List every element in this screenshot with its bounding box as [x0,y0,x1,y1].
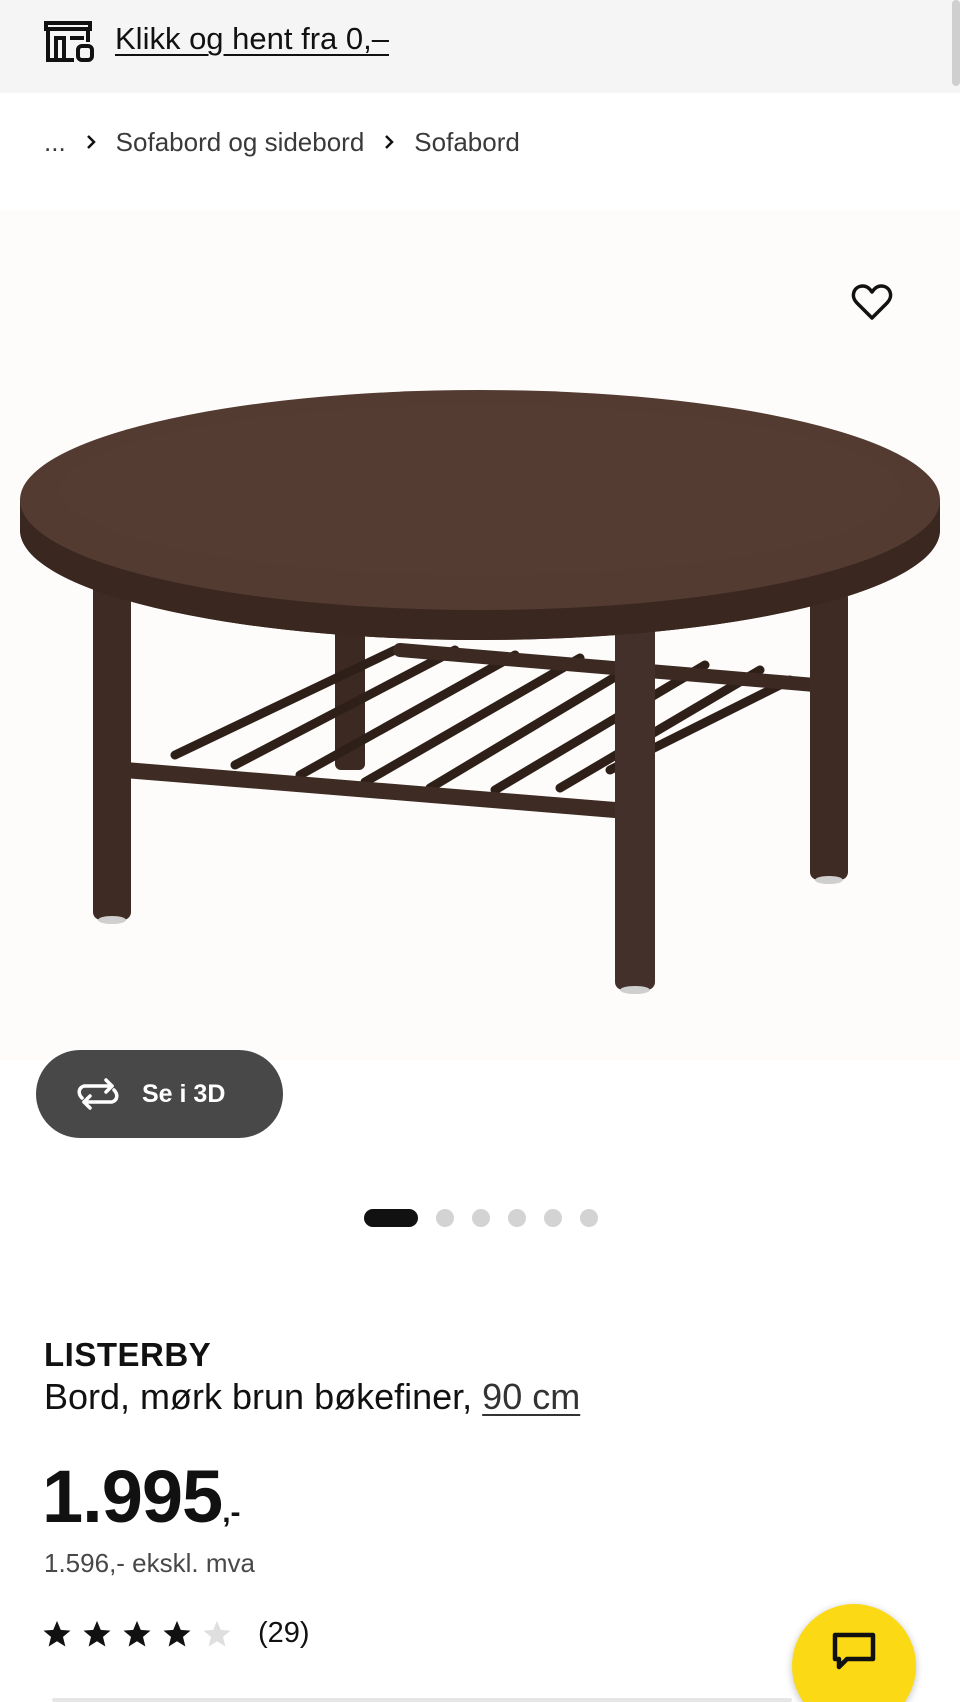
scrollbar[interactable] [952,0,960,86]
gallery-dot-2[interactable] [436,1209,454,1227]
breadcrumb-item-coffee-and-side-tables[interactable]: Sofabord og sidebord [116,127,365,158]
favourite-button[interactable] [844,278,900,326]
star-filled-icon [123,1620,151,1646]
size-link[interactable]: 90 cm [482,1376,580,1417]
gallery-dot-3[interactable] [472,1209,490,1227]
gallery-pagination [364,1207,616,1229]
price-excluding-vat: 1.596,- ekskl. mva [44,1548,255,1578]
product-description-text: Bord, mørk brun bøkefiner, [44,1376,473,1417]
gallery-dot-1[interactable] [364,1209,418,1227]
product-image-gallery[interactable] [0,210,960,1060]
star-empty-icon [203,1620,231,1646]
breadcrumb-ellipsis[interactable]: ... [44,127,66,158]
view-in-3d-button[interactable]: Se i 3D [36,1050,283,1138]
price-main: 1.995 [42,1455,223,1538]
gallery-dot-4[interactable] [508,1209,526,1227]
click-and-collect-link[interactable]: Klikk og hent fra 0,– [115,20,389,58]
heart-icon [851,284,893,320]
star-filled-icon [83,1620,111,1646]
product-description: Bord, mørk brun bøkefiner, 90 cm [44,1376,580,1418]
promo-bar: Klikk og hent fra 0,– [0,0,960,93]
price-suffix: ,- [222,1496,241,1529]
breadcrumb-item-coffee-tables[interactable]: Sofabord [414,127,520,158]
view-in-3d-label: Se i 3D [142,1079,226,1108]
gallery-dot-6[interactable] [580,1209,598,1227]
chevron-right-icon [86,134,96,150]
product-price: 1.995,- [42,1452,241,1558]
star-filled-icon [163,1620,191,1646]
chat-button[interactable] [792,1604,916,1702]
store-pickup-icon [44,21,94,62]
star-filled-icon [43,1620,71,1646]
rotate-3d-icon [77,1078,119,1110]
review-count: (29) [258,1617,310,1649]
breadcrumb: ... Sofabord og sidebord Sofabord [44,122,520,162]
product-image [20,390,940,994]
chat-bubble-icon [832,1632,876,1670]
chevron-right-icon [384,134,395,150]
rating[interactable]: (29) [42,1617,310,1650]
gallery-dot-5[interactable] [544,1209,562,1227]
divider [52,1698,792,1702]
product-name: LISTERBY [44,1336,212,1373]
